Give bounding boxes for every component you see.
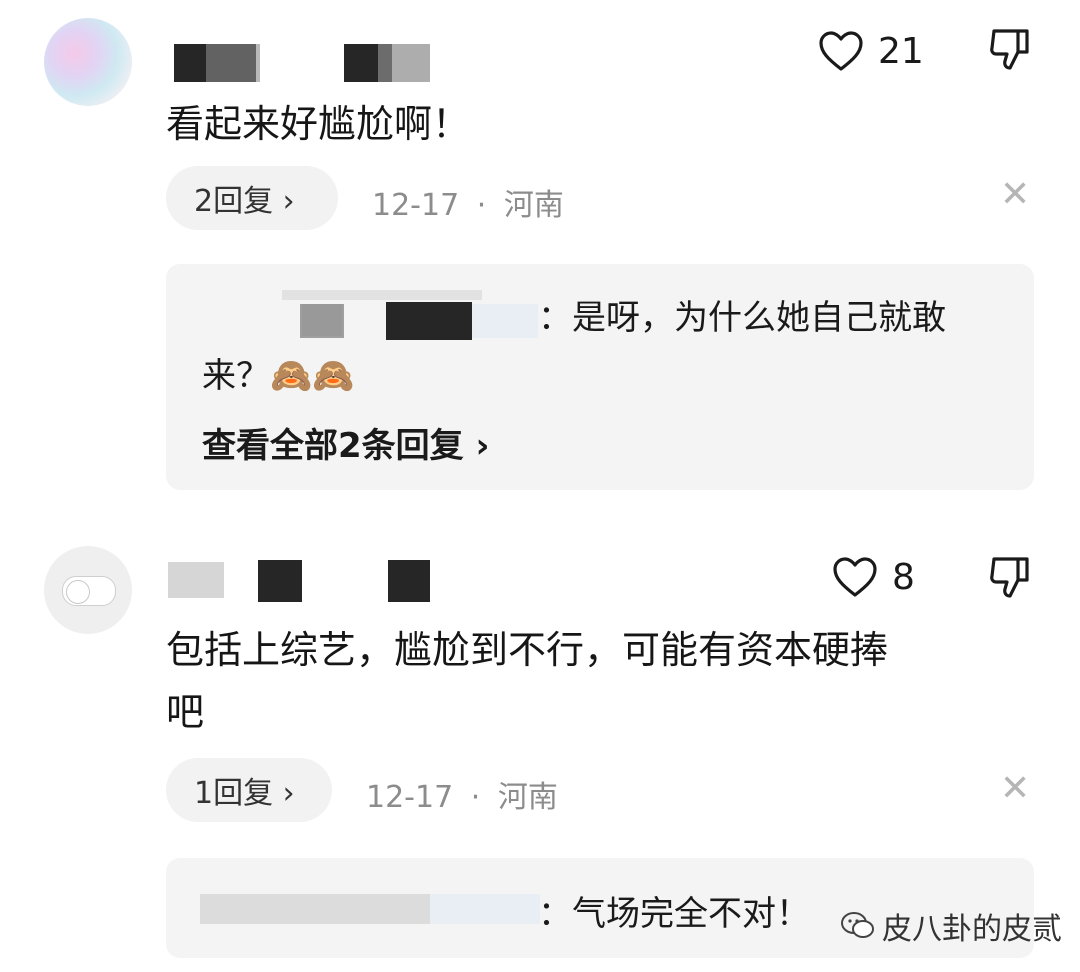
watermark: 皮八卦的皮贰 — [840, 904, 1062, 948]
user-avatar[interactable] — [44, 18, 132, 106]
comment-text: 看起来好尴尬啊！ — [166, 102, 471, 146]
toggle-icon — [62, 576, 116, 606]
username-redacted[interactable] — [166, 40, 436, 86]
reply-text: ：是呀，为什么她自己就敢 — [538, 298, 946, 338]
comment-meta: 12-17 · 河南 — [372, 180, 564, 224]
like-count: 8 — [892, 556, 915, 598]
comment-location: 河南 — [503, 188, 564, 223]
reply-text: ：气场完全不对！ — [538, 894, 810, 934]
user-avatar[interactable] — [44, 546, 132, 634]
heart-icon — [819, 31, 863, 71]
comment-text-continued: 吧 — [166, 690, 205, 734]
replies-button[interactable]: 1回复 › — [166, 758, 332, 822]
comment-meta: 12-17 · 河南 — [366, 772, 558, 816]
dislike-button[interactable] — [988, 554, 1032, 604]
dislike-button[interactable] — [988, 26, 1032, 76]
reply-username-redacted — [200, 888, 540, 928]
meta-separator: · — [476, 188, 487, 223]
dislike-icon — [990, 557, 1029, 598]
like-button[interactable]: 8 — [832, 552, 928, 602]
wechat-icon — [841, 912, 874, 938]
watermark-text: 皮八卦的皮贰 — [882, 912, 1062, 947]
view-all-replies-link[interactable]: 查看全部2条回复 › — [202, 418, 490, 467]
close-icon[interactable]: ✕ — [1000, 768, 1030, 809]
reply-preview-box[interactable]: ：是呀，为什么她自己就敢 来？🙈🙈 查看全部2条回复 › — [166, 264, 1034, 490]
comment-date: 12-17 — [372, 188, 460, 223]
dislike-icon — [990, 29, 1029, 70]
reply-text-continued: 来？🙈🙈 — [202, 356, 355, 396]
comment-location: 河南 — [497, 780, 558, 815]
like-button[interactable]: 21 — [818, 26, 928, 76]
like-count: 21 — [878, 30, 924, 72]
reply-username-redacted — [282, 290, 542, 340]
comment-date: 12-17 — [366, 780, 454, 815]
username-redacted[interactable] — [166, 556, 436, 606]
meta-separator: · — [470, 780, 481, 815]
replies-button[interactable]: 2回复 › — [166, 166, 338, 230]
close-icon[interactable]: ✕ — [1000, 174, 1030, 215]
heart-icon — [833, 557, 877, 597]
comment-text: 包括上综艺，尴尬到不行，可能有资本硬捧 — [166, 628, 889, 672]
